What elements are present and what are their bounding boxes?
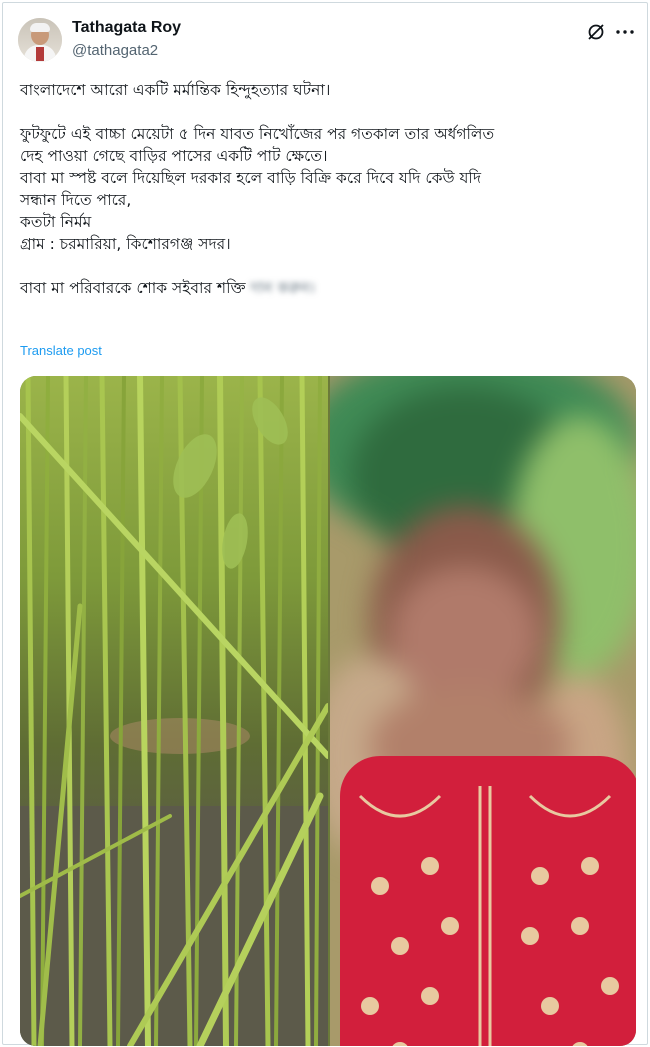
post-text-line-main: বাবা মা পরিবারকে শোক সইবার শক্তি <box>20 279 246 297</box>
post-media[interactable] <box>20 376 636 1046</box>
post-text-line: ফুটফুটে এই বাচ্চা মেয়েটা ৫ দিন যাবত নিখ… <box>20 125 495 143</box>
post-text-line: বাংলাদেশে আরো একটি মর্মান্তিক হিন্দুহত্য… <box>20 81 331 99</box>
translate-post-link[interactable]: Translate post <box>20 343 102 358</box>
post-text-line: দেহ পাওয়া গেছে বাড়ির পাসের একটি পাট ক্… <box>20 147 328 165</box>
author-handle[interactable]: @tathagata2 <box>72 42 158 59</box>
post-text-line: সন্ধান দিতে পারে, <box>20 191 132 209</box>
post-text-line: বাবা মা পরিবারকে শোক সইবার শক্তি দান করু… <box>20 277 630 299</box>
more-options-icon[interactable] <box>614 21 636 43</box>
post-text-line: কতটা নির্মম <box>20 213 92 231</box>
grok-icon[interactable] <box>585 21 607 43</box>
post-text-gap <box>20 255 630 277</box>
author-name[interactable]: Tathagata Roy <box>72 19 181 37</box>
author-avatar[interactable] <box>18 18 62 62</box>
post-text-line: গ্রাম : চরমারিয়া, কিশোরগঞ্জ সদর। <box>20 235 231 253</box>
post-text-blurred-suffix: দান করুন। <box>250 279 315 297</box>
post-text-line: বাবা মা স্পষ্ট বলে দিয়েছিল দরকার হলে বা… <box>20 169 481 187</box>
post-text: বাংলাদেশে আরো একটি মর্মান্তিক হিন্দুহত্য… <box>20 79 630 299</box>
media-photo-jute-field[interactable] <box>20 376 328 1046</box>
media-photo-girl-blurred[interactable] <box>330 376 636 1046</box>
post-text-gap <box>20 101 630 123</box>
